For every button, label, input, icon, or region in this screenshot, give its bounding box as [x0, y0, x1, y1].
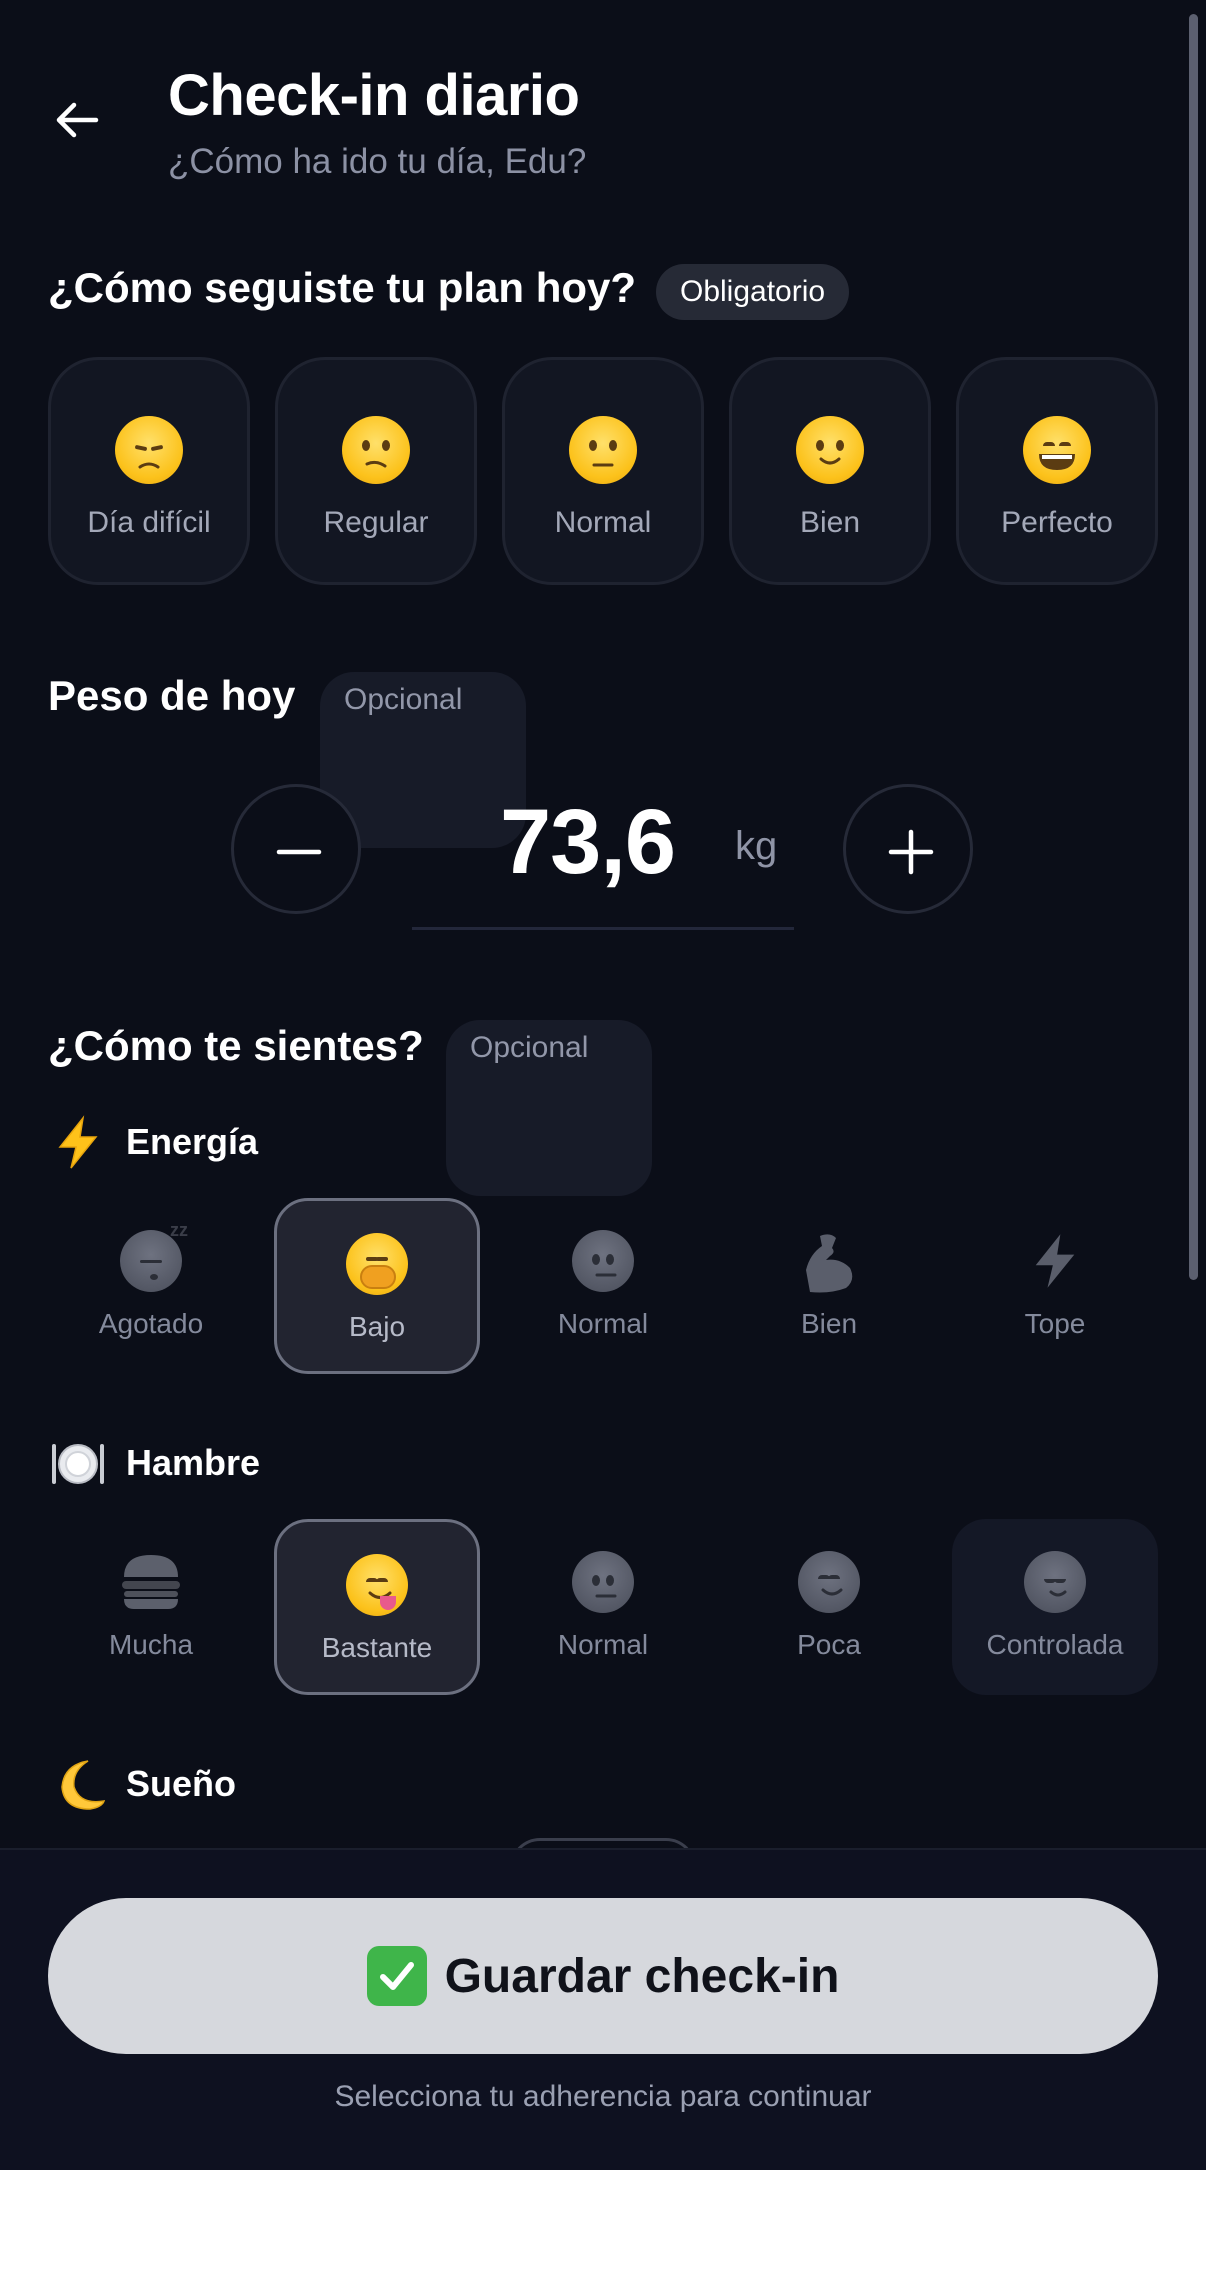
neutral-face-icon — [500, 1230, 706, 1297]
energy-option-bien[interactable]: Bien — [726, 1198, 932, 1374]
sleep-label: Sueño — [126, 1763, 237, 1804]
hunger-option-controlada[interactable]: Controlada — [952, 1519, 1158, 1695]
energy-option-agotado[interactable]: zz Agotado — [48, 1198, 254, 1374]
hunger-option-mucha[interactable]: Mucha — [48, 1519, 254, 1695]
hunger-option-label: Controlada — [986, 1629, 1124, 1660]
energy-option-bajo[interactable]: Bajo — [274, 1198, 480, 1374]
save-checkin-button[interactable]: Guardar check-in — [48, 1898, 1158, 2054]
weight-title: Peso de hoy — [48, 672, 296, 719]
hunger-option-label: Bastante — [321, 1632, 433, 1663]
adherence-options: Día difícil Regular Normal Bien Perfecto — [48, 357, 1158, 585]
energy-option-tope[interactable]: Tope — [952, 1198, 1158, 1374]
hunger-option-label: Poca — [797, 1629, 861, 1660]
page-subtitle: ¿Cómo ha ido tu día, Edu? — [168, 142, 587, 181]
scrollbar[interactable] — [1189, 14, 1198, 1280]
energy-option-normal[interactable]: Normal — [500, 1198, 706, 1374]
weight-increment-button[interactable] — [843, 784, 973, 914]
energy-option-label: Bajo — [348, 1311, 406, 1342]
hunger-option-normal[interactable]: Normal — [500, 1519, 706, 1695]
page-title: Check-in diario — [168, 63, 580, 128]
save-hint-text: Selecciona tu adherencia para continuar — [334, 2080, 872, 2113]
hunger-option-label: Mucha — [108, 1629, 194, 1660]
relieved-face-icon — [952, 1551, 1158, 1618]
adherence-option-dia-dificil[interactable]: Día difícil — [48, 357, 250, 585]
weight-decrement-button[interactable] — [231, 784, 361, 914]
required-badge: Obligatorio — [656, 264, 850, 320]
slightly-smiling-face-icon — [732, 416, 928, 489]
energy-option-label: Agotado — [98, 1308, 204, 1339]
neutral-face-icon — [505, 416, 701, 489]
check-mark-button-icon — [366, 1946, 427, 2006]
confused-face-icon — [278, 416, 474, 489]
adherence-option-label: Perfecto — [1001, 506, 1113, 539]
arrow-left-icon — [56, 102, 99, 138]
adherence-option-label: Regular — [323, 506, 429, 539]
optional-badge: Opcional — [446, 1020, 652, 1196]
weight-value[interactable]: 73,6 — [500, 790, 676, 895]
plus-icon — [888, 829, 934, 875]
neutral-face-icon — [500, 1551, 706, 1618]
plate-cutlery-icon — [52, 1444, 104, 1484]
yawning-face-icon — [277, 1233, 477, 1300]
adherence-option-label: Bien — [799, 506, 861, 539]
crescent-moon-icon — [61, 1760, 106, 1810]
adherence-option-label: Día difícil — [87, 506, 211, 539]
hunger-option-poca[interactable]: Poca — [726, 1519, 932, 1695]
hunger-option-label: Normal — [557, 1629, 649, 1660]
hamburger-icon — [48, 1551, 254, 1618]
lightning-icon — [952, 1230, 1158, 1297]
adherence-option-label: Normal — [554, 506, 652, 539]
energy-options: zz Agotado Bajo Normal Bien Tope — [48, 1198, 1158, 1374]
feelings-title: ¿Cómo te sientes? — [48, 1022, 424, 1069]
hunger-label: Hambre — [126, 1442, 261, 1483]
adherence-title: ¿Cómo seguiste tu plan hoy? — [48, 264, 637, 311]
adherence-option-bien[interactable]: Bien — [729, 357, 931, 585]
weight-unit: kg — [735, 824, 778, 868]
sleeping-face-icon: zz — [48, 1220, 254, 1297]
adherence-option-regular[interactable]: Regular — [275, 357, 477, 585]
yum-face-icon — [277, 1554, 477, 1621]
minus-icon — [276, 849, 322, 855]
hunger-options: Mucha Bastante Normal Poca Controlada — [48, 1519, 1158, 1695]
save-button-label: Guardar check-in — [444, 1949, 840, 2003]
back-button[interactable] — [52, 95, 102, 145]
weight-underline — [412, 927, 794, 930]
energy-option-label: Normal — [557, 1308, 649, 1339]
flexed-biceps-icon — [726, 1230, 932, 1301]
smiling-face-icon — [726, 1551, 932, 1618]
grinning-face-icon — [959, 416, 1155, 489]
hunger-option-bastante[interactable]: Bastante — [274, 1519, 480, 1695]
energy-option-label: Bien — [800, 1308, 858, 1339]
energy-option-label: Tope — [1024, 1308, 1086, 1339]
adherence-option-perfecto[interactable]: Perfecto — [956, 357, 1158, 585]
lightning-icon — [58, 1115, 98, 1169]
adherence-option-normal[interactable]: Normal — [502, 357, 704, 585]
app-screen: Check-in diario ¿Cómo ha ido tu día, Edu… — [0, 0, 1206, 2170]
pensive-face-icon — [51, 416, 247, 489]
energy-label: Energía — [126, 1121, 259, 1162]
